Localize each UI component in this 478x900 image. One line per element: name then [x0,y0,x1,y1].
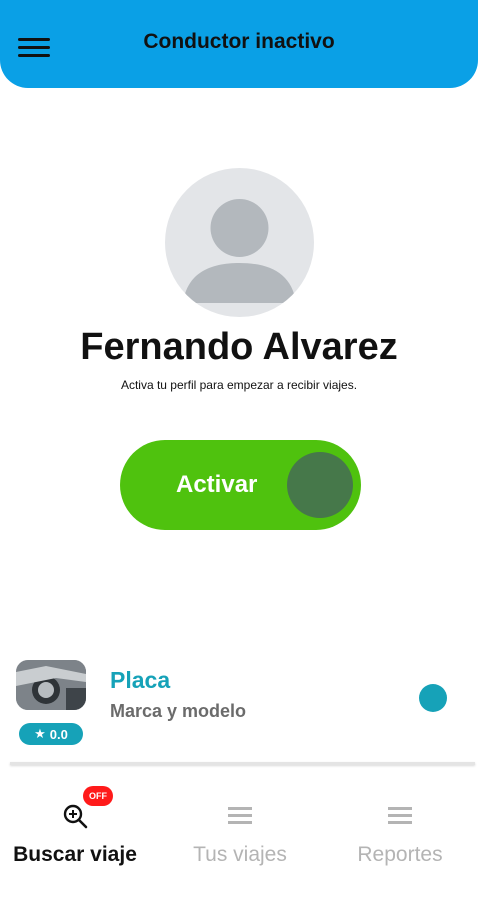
activation-hint: Activa tu perfil para empezar a recibir … [120,378,358,392]
star-icon: ★ [34,726,46,741]
vehicle-photo [16,660,86,710]
nav-reportes[interactable]: Reportes [320,775,478,885]
activate-toggle[interactable]: Activar [120,440,361,530]
nav-tus-viajes[interactable]: Tus viajes [160,775,320,885]
list-icon [160,803,320,829]
off-badge: OFF [83,786,113,806]
nav-buscar-viaje[interactable]: OFF Buscar viaje [0,775,155,885]
vehicle-plate: Placa [110,667,171,693]
driver-name: Fernando Alvarez [80,326,398,368]
rating-value: 0.0 [49,726,68,742]
toggle-knob[interactable] [287,452,353,518]
vehicle-status-dot [419,684,447,712]
app-header: Conductor inactivo [0,0,478,88]
vehicle-model: Marca y modelo [110,701,247,721]
vehicle-card[interactable]: ★ 0.0 Placa Marca y modelo [0,655,478,765]
nav-divider [10,762,475,765]
bottom-navigation: OFF Buscar viaje Tus viajes Reportes [0,775,478,900]
activate-label: Activar [176,471,258,498]
avatar [165,168,314,317]
page-title: Conductor inactivo [143,30,335,53]
nav-label: Reportes [357,843,443,866]
nav-label: Tus viajes [193,843,287,866]
list-icon [320,803,478,829]
user-placeholder-icon [183,199,296,303]
nav-label: Buscar viaje [13,843,137,866]
search-zoom-icon [0,803,155,829]
driver-rating-badge: ★ 0.0 [19,723,83,745]
